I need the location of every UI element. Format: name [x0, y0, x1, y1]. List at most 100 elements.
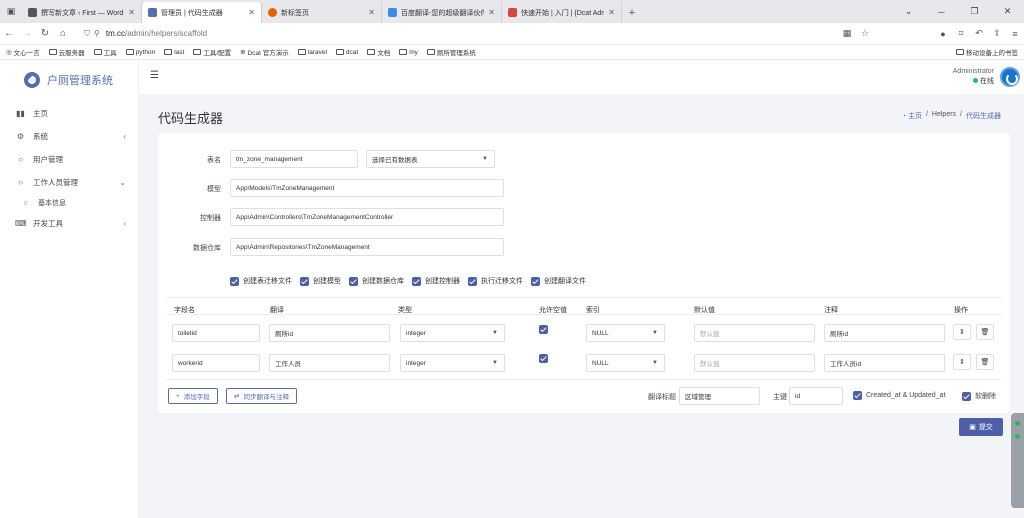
bookmark-folder[interactable]: my: [399, 49, 418, 56]
close-icon[interactable]: ✕: [368, 8, 375, 17]
tab-overview-icon[interactable]: ▣: [0, 0, 22, 23]
share-icon[interactable]: ⇪: [988, 28, 1006, 39]
bookmark-folder[interactable]: python: [125, 49, 155, 56]
breadcrumb-home[interactable]: ◔ 主页: [902, 111, 922, 121]
primary-key-input[interactable]: id: [789, 387, 843, 405]
sidebar-item-users[interactable]: ○ 用户管理: [0, 148, 138, 171]
sidebar-item-system[interactable]: ⚙ 系统 ‹: [0, 125, 138, 148]
minimize-icon[interactable]: ─: [925, 0, 958, 23]
close-window-icon[interactable]: ✕: [991, 0, 1024, 23]
default-value-input[interactable]: 默认值: [694, 354, 815, 372]
browser-tab[interactable]: 新标签页 ✕: [262, 2, 382, 23]
create-model-checkbox[interactable]: 创建模型: [300, 276, 341, 286]
trash-icon[interactable]: 🗑: [976, 324, 994, 340]
sidebar-item-staff[interactable]: ○ 工作人员管理 ⌄: [0, 171, 138, 194]
browser-tab[interactable]: 百度翻译-您的超级翻译伙伴（支持✕: [382, 2, 502, 23]
bookmark-folder[interactable]: last: [164, 49, 184, 56]
home-icon[interactable]: ⌂: [54, 28, 72, 39]
model-input[interactable]: App\Models\TmZoneManagement: [230, 179, 504, 197]
field-type-select[interactable]: integer ▼: [400, 324, 505, 342]
sidebar-item-home[interactable]: ▮▮ 主页: [0, 102, 138, 125]
bookmark-item[interactable]: ◎ 文心一言: [6, 47, 40, 57]
run-migration-checkbox[interactable]: 执行迁移文件: [468, 276, 523, 286]
add-field-button[interactable]: + 添加字段: [168, 388, 218, 404]
sync-translation-button[interactable]: ⇄ 同步翻译与注释: [226, 388, 297, 404]
avatar[interactable]: [1000, 67, 1020, 87]
repository-input[interactable]: App\Admin\Repositories\TmZoneManagement: [230, 238, 504, 256]
bookmark-folder[interactable]: 厕所管理系统: [426, 47, 476, 57]
bookmark-folder[interactable]: 工具: [93, 47, 117, 57]
bookmark-item[interactable]: ⊕ Dcat 官方演示: [240, 47, 289, 57]
default-value-input[interactable]: 默认值: [694, 324, 815, 342]
index-select[interactable]: NULL ▼: [586, 354, 665, 372]
nullable-checkbox[interactable]: [539, 325, 548, 334]
browser-tab-active[interactable]: 管理员 | 代码生成器 ✕: [142, 2, 262, 23]
close-icon[interactable]: ✕: [488, 8, 495, 17]
sort-icon[interactable]: ⇕: [953, 324, 971, 340]
extension-icon[interactable]: ●: [934, 29, 952, 39]
controller-input[interactable]: App\Admin\Controllers\TmZoneManagementCo…: [230, 208, 504, 226]
page-info-icon[interactable]: ⚲: [94, 29, 100, 38]
bar-chart-icon: ▮▮: [16, 109, 25, 118]
bookmark-folder[interactable]: 文档: [367, 47, 390, 57]
comment-input[interactable]: 厕所id: [824, 324, 945, 342]
sidebar-item-dev-tools[interactable]: ⌨ 开发工具 ‹: [0, 212, 138, 235]
undo-icon[interactable]: ↶: [970, 28, 988, 39]
site-icon: [148, 8, 157, 17]
mobile-bookmarks[interactable]: 移动设备上的书签: [956, 47, 1018, 57]
browser-tab[interactable]: 撰写新文章 ‹ First — WordPress✕: [22, 2, 142, 23]
maximize-icon[interactable]: ❐: [958, 0, 991, 23]
close-icon[interactable]: ✕: [248, 8, 255, 17]
trash-icon[interactable]: 🗑: [976, 354, 994, 370]
crop-icon[interactable]: ⌗: [952, 28, 970, 39]
folder-icon: [93, 49, 102, 55]
browser-tab[interactable]: 快速开始 | 入门 | {Dcat Admin}✕: [502, 2, 622, 23]
bookmark-folder[interactable]: laravel: [297, 49, 327, 56]
submit-button[interactable]: ▣ 提交: [959, 418, 1003, 436]
field-translation-input[interactable]: 厕所id: [269, 324, 390, 342]
field-name-input[interactable]: workerid: [172, 354, 260, 372]
bookmark-star-icon[interactable]: ☆: [856, 28, 874, 39]
chevron-down-icon[interactable]: ⌄: [892, 0, 925, 23]
breadcrumb-separator: /: [960, 111, 962, 118]
reload-icon[interactable]: ↻: [36, 28, 54, 39]
timestamps-checkbox[interactable]: Created_at & Updated_at: [853, 391, 945, 400]
new-tab-button[interactable]: +: [622, 2, 642, 23]
index-select[interactable]: NULL ▼: [586, 324, 665, 342]
caret-down-icon: ▼: [492, 360, 498, 366]
close-icon[interactable]: ✕: [128, 8, 135, 17]
table-name-input[interactable]: tm_zone_management: [230, 150, 358, 168]
user-info[interactable]: Administrator 在线: [953, 67, 994, 87]
address-bar: ← → ↻ ⌂ ⛉ ⚲ tm.cc/admin/helpers/scaffold…: [0, 23, 1024, 45]
field-translation-input[interactable]: 工作人员: [269, 354, 390, 372]
side-dock[interactable]: [1011, 413, 1024, 508]
forward-icon[interactable]: →: [18, 28, 36, 39]
back-icon[interactable]: ←: [0, 28, 18, 39]
select-existing-table[interactable]: 选择已有数据表 ▼: [366, 150, 495, 168]
create-controller-checkbox[interactable]: 创建控制器: [412, 276, 460, 286]
chevron-down-icon: ⌄: [119, 178, 126, 187]
comment-input[interactable]: 工作人员id: [824, 354, 945, 372]
breadcrumb-helpers[interactable]: Helpers: [932, 111, 956, 121]
folder-icon: [335, 49, 344, 55]
menu-icon[interactable]: ≡: [1006, 29, 1024, 39]
checkbox-checked-icon: [300, 276, 309, 286]
close-icon[interactable]: ✕: [608, 8, 615, 17]
sidebar-item-basic-info[interactable]: ○ 基本信息: [0, 194, 138, 212]
nullable-checkbox[interactable]: [539, 354, 548, 363]
qr-code-icon[interactable]: ▦: [838, 28, 856, 39]
bookmark-folder[interactable]: dcat: [335, 49, 358, 56]
create-migration-checkbox[interactable]: 创建表迁移文件: [230, 276, 292, 286]
chevron-left-icon: ‹: [123, 132, 126, 141]
bookmark-folder[interactable]: 工具/配置: [193, 47, 231, 57]
app-logo[interactable]: 户厕管理系统: [0, 60, 138, 100]
create-translation-checkbox[interactable]: 创建翻译文件: [531, 276, 586, 286]
url-field[interactable]: ⛉ ⚲ tm.cc/admin/helpers/scaffold: [84, 26, 844, 42]
hamburger-menu-icon[interactable]: ☰: [150, 70, 159, 81]
field-name-input[interactable]: toiletid: [172, 324, 260, 342]
field-type-select[interactable]: integer ▼: [400, 354, 505, 372]
sort-icon[interactable]: ⇕: [953, 354, 971, 370]
bookmark-folder[interactable]: 云服务器: [48, 47, 85, 57]
create-repository-checkbox[interactable]: 创建数据仓库: [349, 276, 404, 286]
soft-delete-checkbox[interactable]: 软删除: [962, 391, 996, 401]
